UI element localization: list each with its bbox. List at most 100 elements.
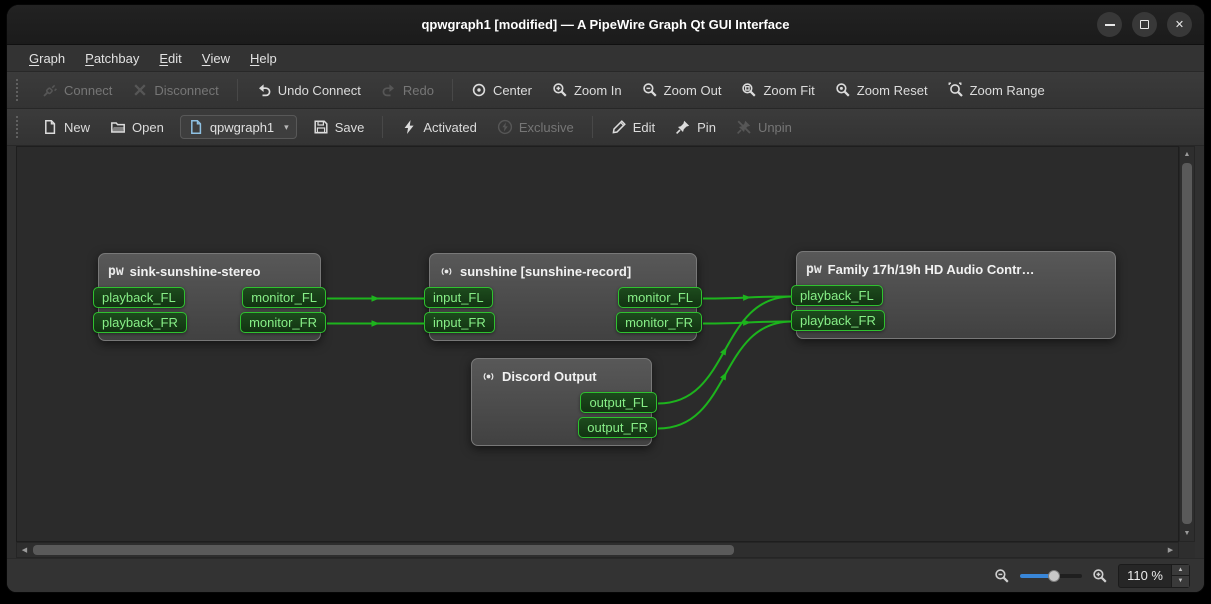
zoom-out-icon bbox=[642, 82, 658, 98]
minimize-button[interactable] bbox=[1097, 12, 1122, 37]
zoom-reset-icon bbox=[835, 82, 851, 98]
pin-button[interactable]: Pin bbox=[666, 113, 725, 141]
center-button[interactable]: Center bbox=[462, 76, 541, 104]
connect-button[interactable]: Connect bbox=[33, 76, 121, 104]
node-family-audio[interactable]: pwFamily 17h/19h HD Audio Contr…playback… bbox=[796, 251, 1116, 339]
disconnect-button[interactable]: Disconnect bbox=[123, 76, 227, 104]
maximize-icon bbox=[1140, 20, 1149, 29]
wire[interactable] bbox=[703, 297, 792, 299]
redo-button[interactable]: Redo bbox=[372, 76, 443, 104]
redo-label: Redo bbox=[403, 83, 434, 98]
unpin-button[interactable]: Unpin bbox=[727, 113, 801, 141]
port-output_FL[interactable]: output_FL bbox=[580, 392, 657, 413]
edit-button[interactable]: Edit bbox=[602, 113, 664, 141]
scroll-up-icon[interactable]: ▲ bbox=[1180, 147, 1194, 162]
zoom-slider[interactable] bbox=[1020, 568, 1082, 584]
zoom-reset-button[interactable]: Zoom Reset bbox=[826, 76, 937, 104]
menu-help[interactable]: Help bbox=[240, 45, 287, 71]
node-header: sunshine [sunshine-record] bbox=[430, 254, 696, 285]
save-button[interactable]: Save bbox=[304, 113, 374, 141]
toolbar-separator bbox=[382, 116, 383, 138]
menu-edit[interactable]: Edit bbox=[149, 45, 191, 71]
zoom-range-label: Zoom Range bbox=[970, 83, 1045, 98]
node-title: sink-sunshine-stereo bbox=[130, 264, 261, 279]
scroll-left-icon[interactable]: ◀ bbox=[17, 543, 32, 557]
node-sunshine[interactable]: sunshine [sunshine-record]input_FLmonito… bbox=[429, 253, 697, 341]
patchbay-selector-value: qpwgraph1 bbox=[210, 120, 274, 135]
menu-view[interactable]: View bbox=[192, 45, 240, 71]
activated-button[interactable]: Activated bbox=[392, 113, 485, 141]
zoom-range-icon bbox=[948, 82, 964, 98]
pencil-icon bbox=[611, 119, 627, 135]
vertical-scroll-track[interactable] bbox=[1180, 162, 1194, 526]
file-toolbar: New Open qpwgraph1 ▾ Save Activated Excl… bbox=[7, 109, 1204, 146]
spinbox-arrows: ▲ ▼ bbox=[1171, 565, 1189, 587]
zoom-reset-label: Zoom Reset bbox=[857, 83, 928, 98]
zoom-slider-handle[interactable] bbox=[1048, 570, 1060, 582]
port-monitor_FL[interactable]: monitor_FL bbox=[618, 287, 702, 308]
zoom-fit-icon bbox=[741, 82, 757, 98]
toolbar-handle[interactable] bbox=[16, 79, 24, 101]
scroll-down-icon[interactable]: ▼ bbox=[1180, 526, 1194, 541]
menu-graph[interactable]: Graph bbox=[19, 45, 75, 71]
pipewire-icon: pw bbox=[806, 263, 822, 276]
spin-up-icon[interactable]: ▲ bbox=[1172, 565, 1189, 577]
zoom-spinbox[interactable]: 110 % ▲ ▼ bbox=[1118, 564, 1190, 588]
zoom-range-button[interactable]: Zoom Range bbox=[939, 76, 1054, 104]
wire-arrowhead bbox=[720, 345, 730, 355]
menu-patchbay[interactable]: Patchbay bbox=[75, 45, 149, 71]
undo-connect-button[interactable]: Undo Connect bbox=[247, 76, 370, 104]
port-input_FR[interactable]: input_FR bbox=[424, 312, 495, 333]
zoom-out-button[interactable]: Zoom Out bbox=[633, 76, 731, 104]
horizontal-scrollbar[interactable]: ◀ ▶ bbox=[16, 542, 1179, 558]
port-playback_FR[interactable]: playback_FR bbox=[791, 310, 885, 331]
save-label: Save bbox=[335, 120, 365, 135]
port-playback_FL[interactable]: playback_FL bbox=[791, 285, 883, 306]
graph-canvas[interactable]: pwsink-sunshine-stereoplayback_FLmonitor… bbox=[16, 146, 1179, 542]
wire-arrowhead bbox=[743, 319, 751, 326]
wire[interactable] bbox=[703, 322, 792, 324]
record-icon bbox=[439, 264, 454, 279]
patchbay-selector-combo[interactable]: qpwgraph1 ▾ bbox=[180, 115, 297, 139]
zoom-fit-button[interactable]: Zoom Fit bbox=[732, 76, 823, 104]
close-button[interactable]: ✕ bbox=[1167, 12, 1192, 37]
new-button[interactable]: New bbox=[33, 113, 99, 141]
horizontal-scroll-track[interactable] bbox=[32, 543, 1163, 557]
disconnect-label: Disconnect bbox=[154, 83, 218, 98]
toolbar-separator bbox=[592, 116, 593, 138]
node-title: Family 17h/19h HD Audio Contr… bbox=[828, 262, 1035, 277]
port-monitor_FL[interactable]: monitor_FL bbox=[242, 287, 326, 308]
port-playback_FR[interactable]: playback_FR bbox=[93, 312, 187, 333]
toolbar-handle[interactable] bbox=[16, 116, 24, 138]
zoom-out-icon[interactable] bbox=[994, 568, 1010, 584]
spin-down-icon[interactable]: ▼ bbox=[1172, 576, 1189, 587]
zoom-in-icon[interactable] bbox=[1092, 568, 1108, 584]
toolbar-separator bbox=[452, 79, 453, 101]
save-icon bbox=[313, 119, 329, 135]
undo-icon bbox=[256, 82, 272, 98]
vertical-scrollbar[interactable]: ▲ ▼ bbox=[1179, 146, 1195, 542]
zoom-in-label: Zoom In bbox=[574, 83, 622, 98]
zoom-in-icon bbox=[552, 82, 568, 98]
port-output_FR[interactable]: output_FR bbox=[578, 417, 657, 438]
horizontal-scroll-thumb[interactable] bbox=[33, 545, 734, 555]
port-monitor_FR[interactable]: monitor_FR bbox=[240, 312, 326, 333]
center-label: Center bbox=[493, 83, 532, 98]
node-sink-sunshine-stereo[interactable]: pwsink-sunshine-stereoplayback_FLmonitor… bbox=[98, 253, 321, 341]
maximize-button[interactable] bbox=[1132, 12, 1157, 37]
graph-view: pwsink-sunshine-stereoplayback_FLmonitor… bbox=[16, 146, 1195, 558]
titlebar[interactable]: qpwgraph1 [modified] — A PipeWire Graph … bbox=[7, 5, 1204, 45]
port-monitor_FR[interactable]: monitor_FR bbox=[616, 312, 702, 333]
minimize-icon bbox=[1105, 24, 1115, 26]
wire-arrowhead bbox=[372, 320, 380, 326]
node-discord-output[interactable]: Discord Outputoutput_FLoutput_FR bbox=[471, 358, 652, 446]
pipewire-icon: pw bbox=[108, 265, 124, 278]
port-playback_FL[interactable]: playback_FL bbox=[93, 287, 185, 308]
scroll-right-icon[interactable]: ▶ bbox=[1163, 543, 1178, 557]
exclusive-button[interactable]: Exclusive bbox=[488, 113, 583, 141]
port-input_FL[interactable]: input_FL bbox=[424, 287, 493, 308]
window-controls: ✕ bbox=[1097, 5, 1192, 44]
open-button[interactable]: Open bbox=[101, 113, 173, 141]
vertical-scroll-thumb[interactable] bbox=[1182, 163, 1192, 524]
zoom-in-button[interactable]: Zoom In bbox=[543, 76, 631, 104]
